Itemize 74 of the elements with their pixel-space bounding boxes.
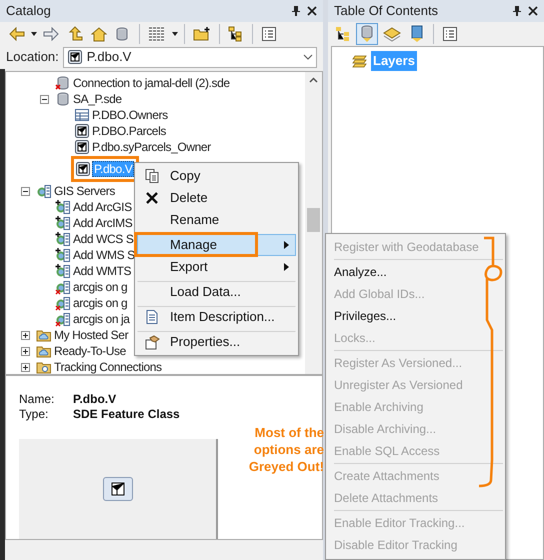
feature-class-icon [75, 161, 91, 177]
annotation-line: Most of the options are [252, 424, 324, 458]
feature-class-icon [74, 139, 90, 155]
tree-item[interactable]: arcgis on g [72, 280, 128, 294]
tree-item[interactable]: arcgis on ja [72, 312, 131, 326]
tree-item[interactable]: Connection to jamal-dell (2).sde [72, 76, 231, 90]
type-value: SDE Feature Class [73, 407, 180, 422]
expand-icon[interactable] [20, 362, 30, 372]
menu-item[interactable]: Copy [137, 165, 296, 187]
tree-item[interactable]: P.dbo.syParcels_Owner [91, 140, 212, 154]
scrollbar[interactable] [305, 72, 322, 374]
tree-item[interactable]: Add ArcGIS [72, 200, 133, 214]
server-icon [55, 231, 71, 247]
tree-item[interactable]: P.DBO.Parcels [91, 124, 167, 138]
list-by-source-icon[interactable] [356, 23, 378, 45]
server-icon [55, 311, 71, 327]
close-icon[interactable] [528, 6, 538, 16]
server-icon [55, 263, 71, 279]
menu-item[interactable]: Rename [137, 209, 296, 231]
layers-icon [352, 54, 368, 68]
feature-class-icon [74, 123, 90, 139]
tree-item[interactable]: Add ArcIMS [72, 216, 134, 230]
tree-item[interactable]: arcgis on g [72, 296, 128, 310]
location-dropdown[interactable]: P.dbo.V [62, 46, 317, 68]
close-icon [144, 190, 160, 206]
tree-item[interactable]: Add WMTS [72, 264, 132, 278]
server-icon [55, 247, 71, 263]
submenu-arrow-icon [284, 241, 289, 249]
name-value: P.dbo.V [73, 392, 118, 407]
server-icon [36, 183, 52, 199]
table-icon [74, 107, 90, 123]
collapse-icon[interactable] [40, 94, 48, 104]
tree-item[interactable]: GIS Servers [53, 184, 116, 198]
tree-item[interactable]: SA_P.sde [72, 92, 123, 106]
expand-icon[interactable] [20, 330, 30, 340]
copy-icon [144, 168, 160, 184]
menu-item[interactable]: Properties... [137, 331, 296, 353]
server-icon [55, 279, 71, 295]
collapse-icon[interactable] [20, 186, 30, 196]
menu-item[interactable]: Load Data... [137, 281, 296, 303]
server-icon [55, 295, 71, 311]
feature-class-thumbnail-icon [102, 477, 132, 501]
feature-class-icon [66, 49, 83, 66]
tree-item[interactable]: Tracking Connections [53, 360, 163, 374]
chevron-down-icon[interactable] [303, 54, 313, 60]
location-label: Location: [6, 48, 59, 66]
menu-item[interactable]: Delete [137, 187, 296, 209]
menu-item[interactable]: Analyze... [326, 261, 505, 283]
pin-icon[interactable] [512, 5, 522, 17]
name-label: Name: [19, 392, 56, 407]
menu-item[interactable]: Item Description... [137, 306, 296, 328]
scrollbar-thumb[interactable] [307, 208, 320, 232]
caret-icon[interactable] [171, 30, 179, 38]
expand-icon[interactable] [20, 346, 30, 356]
document-icon [144, 309, 160, 325]
tree-item[interactable]: My Hosted Ser [53, 328, 130, 342]
menu-item[interactable]: Export [137, 256, 296, 278]
menu-item[interactable]: Privileges... [326, 305, 505, 327]
tree-item[interactable]: P.DBO.Owners [91, 108, 169, 122]
tree-item[interactable]: Ready-To-Use [53, 344, 127, 358]
server-icon [55, 199, 71, 215]
panel-title: Catalog [6, 2, 51, 20]
type-label: Type: [19, 407, 50, 422]
annotation-line: Greyed Out! [248, 458, 324, 475]
close-icon[interactable] [307, 6, 317, 16]
caret-icon[interactable] [30, 30, 38, 38]
scroll-up-icon[interactable] [309, 77, 318, 83]
tree-item[interactable]: Add WCS S [72, 232, 134, 246]
database-icon [55, 75, 71, 91]
submenu-arrow-icon [284, 263, 289, 271]
pin-icon[interactable] [291, 4, 301, 17]
server-icon [55, 215, 71, 231]
panel-title: Table Of Contents [334, 2, 438, 20]
database-icon [55, 91, 71, 107]
